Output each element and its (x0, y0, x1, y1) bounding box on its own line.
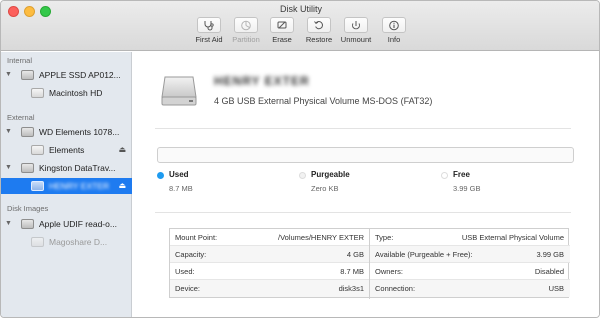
info-row-owners: Owners: Disabled (370, 263, 570, 280)
free-value: 3.99 GB (453, 184, 481, 193)
sidebar-item-apple-ssd[interactable]: ▼ APPLE SSD AP012... (1, 67, 132, 83)
restore-icon (307, 17, 331, 33)
volume-icon (31, 145, 44, 155)
info-value: Disabled (534, 267, 564, 276)
info-value: 4 GB (346, 250, 364, 259)
sidebar-item-henry-exter[interactable]: HENRY EXTER ⏏ (1, 178, 132, 194)
volume-icon (31, 237, 44, 247)
info-value: USB (548, 284, 564, 293)
info-row-mount-point: Mount Point: /Volumes/HENRY EXTER (170, 229, 370, 246)
disclosure-triangle-icon[interactable]: ▼ (5, 160, 12, 176)
hard-disk-icon (21, 163, 34, 173)
info-column-right: Type: USB External Physical Volume Avail… (369, 229, 570, 299)
purgeable-color-dot (299, 172, 306, 179)
main-panel: HENRY EXTER 4 GB USB External Physical V… (133, 52, 599, 317)
info-row-connection: Connection: USB (370, 280, 570, 297)
sidebar-item-magoshare[interactable]: Magoshare D... (1, 234, 132, 250)
pie-chart-icon (234, 17, 258, 33)
info-key: Capacity: (175, 250, 207, 259)
sidebar-item-label: Kingston DataTrav... (39, 163, 116, 173)
info-key: Device: (175, 284, 201, 293)
sidebar-header-internal: Internal (7, 56, 33, 65)
sidebar-item-label: Macintosh HD (49, 88, 103, 98)
hard-disk-icon (21, 127, 34, 137)
info-key: Connection: (375, 284, 416, 293)
sidebar-item-macintosh-hd[interactable]: Macintosh HD (1, 85, 132, 101)
info-icon (382, 17, 406, 33)
sidebar-item-label: Magoshare D... (49, 237, 108, 247)
volume-icon (31, 88, 44, 98)
unmount-label: Unmount (340, 35, 372, 44)
erase-label: Erase (272, 35, 292, 44)
free-label: Free (453, 170, 470, 179)
unmount-button[interactable]: Unmount (336, 17, 376, 49)
sidebar: Internal ▼ APPLE SSD AP012... Macintosh … (1, 52, 132, 317)
erase-button[interactable]: Erase (262, 17, 302, 49)
free-color-dot (441, 172, 448, 179)
disk-utility-window: Disk Utility First Aid Partition Erase R… (0, 0, 600, 318)
stethoscope-icon (197, 17, 221, 33)
hard-disk-icon (21, 70, 34, 80)
info-value: 3.99 GB (536, 250, 564, 259)
usage-bar (157, 147, 574, 163)
used-color-dot (157, 172, 164, 179)
sidebar-item-label: Elements (49, 145, 85, 155)
eraser-icon (270, 17, 294, 33)
used-label: Used (169, 170, 189, 179)
info-key: Owners: (375, 267, 403, 276)
disclosure-triangle-icon[interactable]: ▼ (5, 67, 12, 83)
sidebar-header-disk-images: Disk Images (7, 204, 49, 213)
eject-icon[interactable]: ⏏ (118, 178, 126, 194)
disclosure-triangle-icon[interactable]: ▼ (5, 216, 12, 232)
restore-label: Restore (305, 35, 333, 44)
info-row-type: Type: USB External Physical Volume (370, 229, 570, 246)
disclosure-triangle-icon[interactable]: ▼ (5, 124, 12, 140)
divider (155, 128, 571, 129)
sidebar-item-elements[interactable]: Elements ⏏ (1, 142, 132, 158)
first-aid-button[interactable]: First Aid (189, 17, 229, 49)
sidebar-item-apple-udif[interactable]: ▼ Apple UDIF read-o... (1, 216, 132, 232)
divider (155, 212, 571, 213)
info-value: 8.7 MB (340, 267, 364, 276)
used-value: 8.7 MB (169, 184, 193, 193)
volume-description: 4 GB USB External Physical Volume MS-DOS… (214, 96, 433, 106)
info-row-capacity: Capacity: 4 GB (170, 246, 370, 263)
disk-image-icon (21, 219, 34, 229)
partition-label: Partition (232, 35, 260, 44)
partition-button[interactable]: Partition (226, 17, 266, 49)
info-row-available: Available (Purgeable + Free): 3.99 GB (370, 246, 570, 263)
info-label: Info (387, 35, 401, 44)
info-column-left: Mount Point: /Volumes/HENRY EXTER Capaci… (170, 229, 370, 299)
unmount-icon (344, 17, 368, 33)
eject-icon[interactable]: ⏏ (118, 142, 126, 158)
info-key: Used: (175, 267, 195, 276)
sidebar-item-kingston[interactable]: ▼ Kingston DataTrav... (1, 160, 132, 176)
sidebar-item-label: WD Elements 1078... (39, 127, 120, 137)
window-title: Disk Utility (280, 4, 322, 14)
purgeable-label: Purgeable (311, 170, 350, 179)
info-row-used: Used: 8.7 MB (170, 263, 370, 280)
volume-name: HENRY EXTER (214, 74, 310, 88)
info-value: disk3s1 (338, 284, 364, 293)
info-key: Available (Purgeable + Free): (375, 250, 473, 259)
sidebar-header-external: External (7, 113, 35, 122)
restore-button[interactable]: Restore (299, 17, 339, 49)
volume-icon (31, 181, 44, 191)
info-button[interactable]: Info (374, 17, 414, 49)
volume-info-table: Mount Point: /Volumes/HENRY EXTER Capaci… (169, 228, 570, 299)
info-key: Mount Point: (175, 233, 218, 242)
purgeable-value: Zero KB (311, 184, 339, 193)
toolbar: Disk Utility First Aid Partition Erase R… (1, 1, 599, 51)
info-key: Type: (375, 233, 394, 242)
info-value: /Volumes/HENRY EXTER (277, 233, 364, 242)
sidebar-item-label: APPLE SSD AP012... (39, 70, 121, 80)
sidebar-item-wd-elements[interactable]: ▼ WD Elements 1078... (1, 124, 132, 140)
info-value: USB External Physical Volume (461, 233, 564, 242)
info-row-device: Device: disk3s1 (170, 280, 370, 297)
sidebar-item-label: HENRY EXTER (49, 181, 110, 191)
sidebar-item-label: Apple UDIF read-o... (39, 219, 117, 229)
first-aid-label: First Aid (195, 35, 223, 44)
external-drive-icon (159, 69, 199, 109)
